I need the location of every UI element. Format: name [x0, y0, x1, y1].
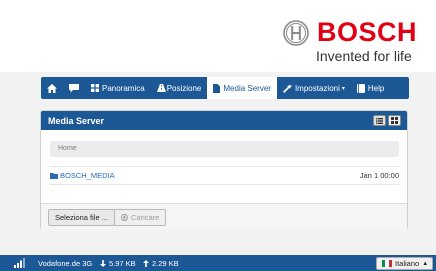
grid-view-icon: [391, 117, 398, 124]
nav-posizione[interactable]: Posizione: [151, 77, 208, 99]
main-navbar: Panoramica Posizione Media Server Impost…: [41, 77, 409, 99]
chevron-down-icon: ▾: [341, 85, 345, 92]
breadcrumb-home[interactable]: Home: [58, 145, 77, 152]
arrow-up-icon: [143, 260, 149, 267]
bosch-logo-icon: [283, 20, 309, 46]
select-file-label: Seleziona file ...: [55, 213, 108, 222]
nav-impostazioni[interactable]: Impostazioni ▾: [277, 77, 351, 99]
upload-stat: 2.29 KB: [143, 259, 179, 268]
file-row: BOSCH_MEDIA Jan 1 00:00: [50, 167, 399, 183]
row-divider: [50, 184, 399, 185]
nav-home[interactable]: [41, 77, 63, 99]
home-icon: [47, 83, 57, 93]
grid-icon: [91, 84, 99, 92]
caret-up-icon: ▲: [422, 260, 429, 267]
grid-view-button[interactable]: [388, 115, 401, 126]
header: BOSCH Invented for life: [0, 0, 436, 72]
nav-panoramica-label: Panoramica: [102, 83, 145, 93]
brand-logo-text: BOSCH: [317, 17, 418, 47]
upload-label: Caricare: [131, 213, 160, 222]
nav-help[interactable]: Help: [351, 77, 390, 99]
arrow-down-icon: [100, 260, 106, 267]
panel-footer: Seleziona file ... Caricare: [41, 203, 407, 230]
nav-media-server-label: Media Server: [223, 83, 271, 93]
page: BOSCH Invented for life Panoramica Posiz…: [0, 0, 436, 271]
upload-icon: [121, 214, 128, 221]
panel-header: Media Server: [41, 111, 407, 130]
nav-posizione-label: Posizione: [166, 83, 202, 93]
select-file-button[interactable]: Seleziona file ...: [48, 209, 115, 226]
upload-button[interactable]: Caricare: [114, 209, 167, 226]
media-server-panel: Media Server Home BOSCH_MEDIA Jan 1 00:0…: [40, 110, 408, 230]
language-label: Italiano: [395, 259, 420, 268]
wrench-icon: [282, 84, 292, 93]
status-bar: Vodafone.de 3G 5.97 KB 2.29 KB Italiano …: [0, 255, 436, 271]
list-view-button[interactable]: [373, 115, 386, 126]
download-stat: 5.97 KB: [100, 259, 136, 268]
language-selector[interactable]: Italiano ▲: [376, 257, 433, 270]
nav-impostazioni-label: Impostazioni: [294, 83, 340, 93]
chat-icon: [69, 83, 79, 92]
nav-help-label: Help: [367, 83, 385, 93]
breadcrumb: Home: [50, 141, 399, 157]
nav-media-server[interactable]: Media Server: [207, 77, 277, 99]
italy-flag-icon: [382, 260, 392, 267]
panel-title: Media Server: [48, 116, 105, 126]
carrier-name: Vodafone.de 3G: [38, 259, 93, 268]
book-icon: [356, 83, 365, 93]
download-value: 5.97 KB: [109, 259, 136, 268]
file-link[interactable]: BOSCH_MEDIA: [50, 171, 115, 180]
file-name: BOSCH_MEDIA: [60, 171, 115, 180]
file-date: Jan 1 00:00: [359, 171, 399, 180]
brand-tagline: Invented for life: [316, 48, 412, 64]
signal-bars-icon: [14, 258, 25, 268]
signal-strength: [14, 258, 26, 268]
list-icon: [376, 117, 383, 124]
upload-value: 2.29 KB: [152, 259, 179, 268]
folder-icon: [50, 172, 58, 179]
nav-panoramica[interactable]: Panoramica: [85, 77, 151, 99]
file-icon: [213, 83, 221, 93]
road-icon: [156, 84, 166, 92]
nav-messages[interactable]: [63, 77, 85, 99]
